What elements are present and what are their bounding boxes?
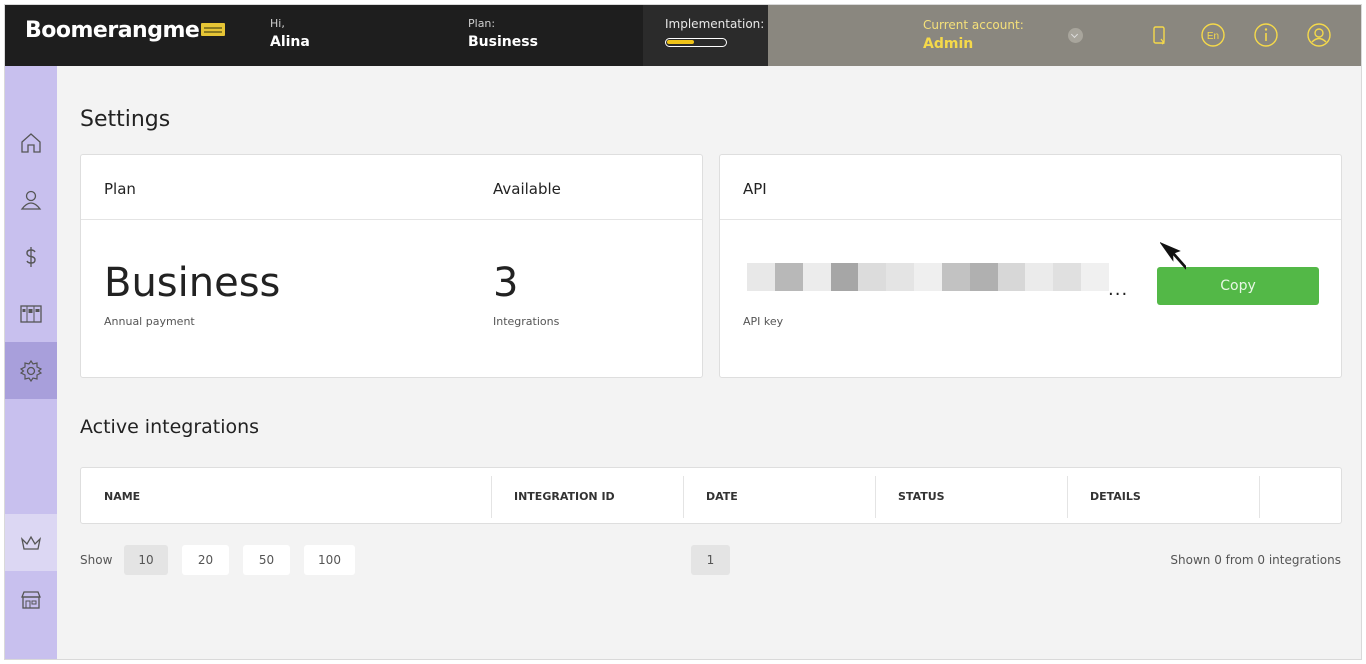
plan-info: Plan: Business	[468, 17, 538, 50]
page-size-100[interactable]: 100	[304, 545, 355, 575]
implementation-progress-bar	[665, 38, 727, 47]
column-divider	[1259, 476, 1260, 518]
page-number-1[interactable]: 1	[691, 545, 730, 575]
plan-header: Plan	[104, 180, 136, 198]
page-size-label: Show	[80, 553, 113, 567]
phone-icon[interactable]	[1146, 22, 1172, 48]
column-header-date[interactable]: DATE	[706, 468, 738, 525]
account-switcher: Current account: Admin En	[768, 5, 1361, 66]
app-frame: Boomerangme Hi, Alina Plan: Business Imp…	[4, 4, 1362, 660]
dollar-icon	[19, 245, 43, 269]
api-card: API ... API key Copy	[719, 154, 1342, 378]
chevron-down-icon[interactable]	[1068, 28, 1083, 43]
implementation-label: Implementation:	[665, 17, 765, 31]
sidebar-item-customers[interactable]	[5, 171, 57, 228]
plan-label: Plan:	[468, 17, 496, 30]
language-en-icon[interactable]: En	[1200, 22, 1226, 48]
brand-badge-icon	[201, 23, 225, 36]
crown-icon	[19, 531, 43, 555]
plan-card: Plan Available Business Annual payment 3…	[80, 154, 703, 378]
plan-name: Business	[104, 260, 281, 306]
sidebar-item-cards[interactable]	[5, 285, 57, 342]
account-value[interactable]: Admin	[923, 36, 973, 52]
available-count: 3	[493, 260, 519, 306]
store-icon	[19, 588, 43, 612]
column-divider	[1067, 476, 1068, 518]
column-header-status[interactable]: STATUS	[898, 468, 945, 525]
available-header: Available	[493, 180, 561, 198]
api-key-label: API key	[743, 315, 784, 328]
column-header-name[interactable]: NAME	[104, 468, 140, 525]
greeting-label: Hi,	[270, 17, 285, 30]
implementation-progress-fill	[667, 40, 694, 44]
plan-billing: Annual payment	[104, 315, 195, 328]
language-label: En	[1207, 31, 1219, 42]
page-size-20[interactable]: 20	[182, 545, 229, 575]
plan-card-header: Plan Available	[81, 155, 702, 220]
sidebar-item-store[interactable]	[5, 571, 57, 628]
integrations-title: Active integrations	[80, 416, 260, 438]
sidebar-item-home[interactable]	[5, 114, 57, 171]
column-header-details[interactable]: DETAILS	[1090, 468, 1141, 525]
integrations-count-summary: Shown 0 from 0 integrations	[1170, 553, 1341, 567]
cards-icon	[19, 302, 43, 326]
customers-icon	[19, 188, 43, 212]
column-divider	[683, 476, 684, 518]
user-greeting: Hi, Alina	[270, 17, 310, 50]
sidebar-item-settings[interactable]	[5, 342, 57, 399]
page-title: Settings	[80, 107, 171, 132]
user-name: Alina	[270, 34, 310, 50]
column-divider	[491, 476, 492, 518]
implementation-progress[interactable]: Implementation:	[643, 5, 768, 66]
cursor-arrow-icon	[1160, 237, 1186, 277]
home-icon	[19, 131, 43, 155]
brand-logo[interactable]: Boomerangme	[25, 18, 200, 43]
account-label: Current account:	[923, 18, 1024, 32]
plan-value: Business	[468, 34, 538, 50]
sidebar-item-premium[interactable]	[5, 514, 57, 571]
integrations-table: NAME INTEGRATION ID DATE STATUS DETAILS	[80, 467, 1342, 524]
column-divider	[875, 476, 876, 518]
page-size-10[interactable]: 10	[124, 545, 168, 575]
settings-icon	[19, 359, 43, 383]
info-icon[interactable]	[1253, 22, 1279, 48]
available-label: Integrations	[493, 315, 560, 328]
top-bar: Boomerangme Hi, Alina Plan: Business Imp…	[5, 5, 1361, 66]
api-header: API	[743, 180, 767, 198]
api-card-header: API	[720, 155, 1341, 220]
user-profile-icon[interactable]	[1306, 22, 1332, 48]
api-key-ellipsis: ...	[1108, 279, 1129, 300]
page-size-50[interactable]: 50	[243, 545, 290, 575]
sidebar-item-payments[interactable]	[5, 228, 57, 285]
sidebar	[5, 66, 57, 659]
api-key-value-masked	[747, 263, 1109, 291]
column-header-integration-id[interactable]: INTEGRATION ID	[514, 468, 615, 525]
